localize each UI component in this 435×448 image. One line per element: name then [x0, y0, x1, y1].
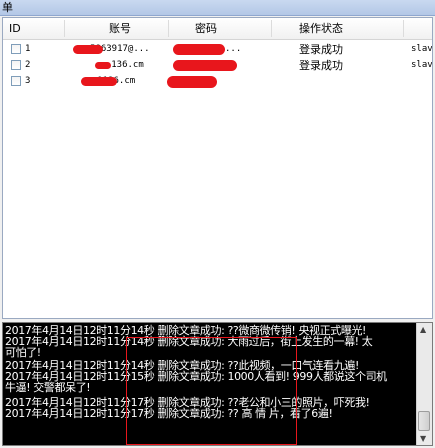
- window-titlebar: 单: [0, 0, 435, 16]
- scrollbar-thumb[interactable]: [418, 411, 430, 431]
- log-scrollbar[interactable]: ▲ ▼: [416, 323, 432, 445]
- redaction-mark: [167, 76, 217, 88]
- column-header-status[interactable]: 操作状态: [299, 18, 343, 39]
- log-line: 牛逼! 交警都呆了!: [5, 381, 91, 394]
- column-divider: [64, 20, 65, 37]
- row-id: 2: [25, 60, 31, 70]
- redaction-mark: [173, 60, 237, 71]
- log-line: 可怕了!: [5, 346, 41, 359]
- table-row[interactable]: 1 5863917@... ... 登录成功 slav: [3, 42, 432, 57]
- scroll-down-icon[interactable]: ▼: [420, 434, 426, 443]
- table-header: ID 账号 密码 操作状态: [3, 18, 432, 40]
- column-header-id[interactable]: ID: [9, 18, 21, 39]
- redaction-mark: [73, 45, 103, 54]
- column-divider: [271, 20, 272, 37]
- redaction-mark: [95, 62, 111, 69]
- row-checkbox[interactable]: [11, 76, 21, 86]
- column-header-account[interactable]: 账号: [109, 18, 131, 39]
- table-row[interactable]: 3 ...9136.cm: [3, 74, 432, 89]
- column-divider: [403, 20, 404, 37]
- window-title: 单: [2, 1, 13, 14]
- log-console[interactable]: 2017年4月14日12时11分14秒 删除文章成功: ??微商微传销! 央视正…: [2, 322, 433, 446]
- row-checkbox[interactable]: [11, 60, 21, 70]
- row-checkbox[interactable]: [11, 44, 21, 54]
- row-password: ...: [225, 44, 242, 54]
- row-id: 3: [25, 76, 31, 86]
- column-header-password[interactable]: 密码: [195, 18, 217, 39]
- highlight-box: [126, 337, 297, 445]
- row-status: 登录成功: [299, 43, 343, 56]
- redaction-mark: [81, 77, 117, 86]
- redaction-mark: [173, 44, 225, 55]
- account-table: ID 账号 密码 操作状态 1 5863917@... ... 登录成功 sla…: [2, 17, 433, 319]
- row-id: 1: [25, 44, 31, 54]
- scroll-up-icon[interactable]: ▲: [420, 325, 426, 334]
- table-row[interactable]: 2 ...136.cm 登录成功 slav: [3, 58, 432, 73]
- column-divider: [168, 20, 169, 37]
- row-extra: slav: [411, 60, 433, 70]
- row-extra: slav: [411, 44, 433, 54]
- row-status: 登录成功: [299, 59, 343, 72]
